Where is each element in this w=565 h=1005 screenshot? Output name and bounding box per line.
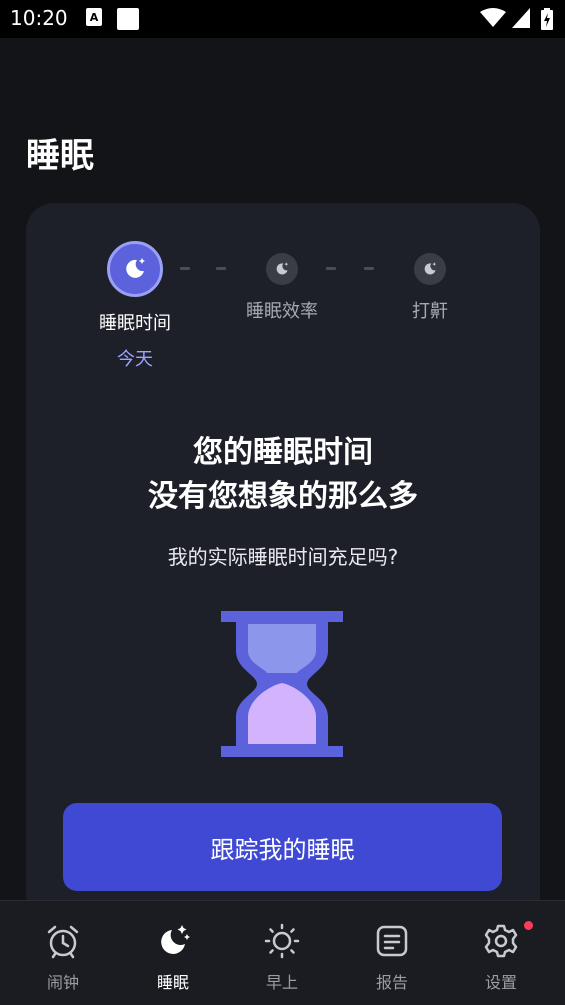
step-sleep-time[interactable]: 睡眠时间 今天 — [75, 241, 195, 371]
headline-line: 没有您想象的那么多 — [148, 479, 418, 514]
sleep-card: 睡眠时间 今天 睡眠效率 打鼾 您的睡眠时间 没有您想象的那么多 我的实际睡眠时… — [26, 203, 540, 923]
gear-icon — [484, 924, 518, 958]
keyboard-a-icon: A — [86, 8, 102, 26]
nav-label: 报告 — [375, 973, 408, 992]
status-bar: 10:20 A — [0, 0, 565, 38]
signal-icon — [512, 8, 530, 28]
notification-badge — [524, 921, 533, 930]
nav-label: 睡眠 — [156, 973, 189, 992]
subheadline: 我的实际睡眠时间充足吗? — [167, 545, 399, 569]
notification-square-icon — [117, 8, 139, 30]
step-label: 睡眠时间 — [99, 313, 171, 334]
status-time: 10:20 — [10, 6, 68, 30]
step-sleep-time-circle — [107, 241, 163, 297]
report-icon — [376, 925, 408, 957]
page-title: 睡眠 — [26, 136, 94, 176]
step-snoring[interactable]: 打鼾 — [370, 253, 490, 323]
nav-item-sleep[interactable]: 睡眠 — [118, 901, 228, 1005]
nav-label: 闹钟 — [46, 973, 79, 992]
headline: 您的睡眠时间 没有您想象的那么多 — [26, 431, 540, 519]
track-sleep-button[interactable]: 跟踪我的睡眠 — [63, 803, 502, 891]
nav-item-morning[interactable]: 早上 — [227, 901, 337, 1005]
svg-text:A: A — [90, 11, 99, 24]
moon-stars-icon — [161, 925, 190, 954]
sun-icon — [264, 923, 300, 959]
step-sub-label: 今天 — [117, 349, 153, 370]
nav-label: 设置 — [484, 973, 517, 992]
step-connector — [180, 267, 190, 270]
moon-stars-icon — [276, 262, 289, 275]
step-sleep-efficiency-circle — [266, 253, 298, 285]
step-snoring-circle — [414, 253, 446, 285]
moon-stars-icon — [126, 258, 145, 278]
step-label: 打鼾 — [412, 301, 448, 322]
hourglass-icon — [221, 611, 343, 757]
wifi-icon — [480, 8, 506, 27]
step-sleep-efficiency[interactable]: 睡眠效率 — [222, 253, 342, 323]
nav-item-settings[interactable]: 设置 — [446, 901, 556, 1005]
nav-label: 早上 — [265, 973, 298, 992]
step-connector — [326, 267, 336, 270]
alarm-clock-icon — [47, 925, 79, 959]
battery-charging-icon — [541, 8, 553, 30]
headline-line: 您的睡眠时间 — [193, 435, 373, 470]
nav-item-report[interactable]: 报告 — [337, 901, 447, 1005]
bottom-nav: 闹钟 睡眠 早上 报告 设置 — [0, 900, 565, 1005]
step-label: 睡眠效率 — [246, 301, 318, 322]
moon-stars-icon — [424, 262, 437, 275]
nav-item-alarm[interactable]: 闹钟 — [8, 901, 118, 1005]
